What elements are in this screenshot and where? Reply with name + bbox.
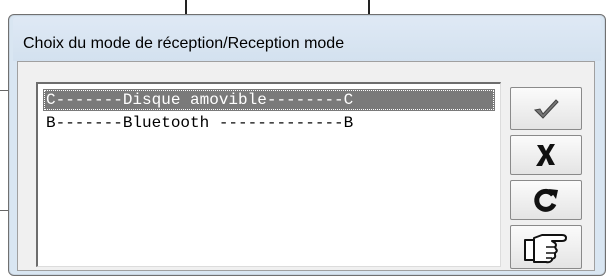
- refresh-button[interactable]: [510, 180, 582, 220]
- next-button[interactable]: [510, 225, 582, 269]
- dialog-title: Choix du mode de réception/Reception mod…: [23, 35, 345, 52]
- checkmark-icon: [533, 98, 559, 119]
- refresh-icon: [534, 188, 558, 212]
- list-item-removable-disk[interactable]: C-------Disque amovible--------C: [43, 89, 495, 111]
- ok-button[interactable]: [510, 87, 582, 130]
- dialog-client-area: C-------Disque amovible--------C B------…: [17, 61, 595, 271]
- background-line: [0, 90, 8, 91]
- pointing-hand-icon: [524, 234, 567, 264]
- reception-mode-listbox[interactable]: C-------Disque amovible--------C B------…: [36, 82, 501, 267]
- x-cancel-icon: [536, 144, 555, 166]
- dialog-titlebar[interactable]: Choix du mode de réception/Reception mod…: [13, 17, 601, 61]
- reception-mode-dialog: Choix du mode de réception/Reception mod…: [8, 14, 606, 276]
- cancel-button[interactable]: [510, 135, 582, 175]
- background-line: [0, 210, 8, 211]
- list-item-bluetooth[interactable]: B-------Bluetooth -------------B: [43, 112, 495, 134]
